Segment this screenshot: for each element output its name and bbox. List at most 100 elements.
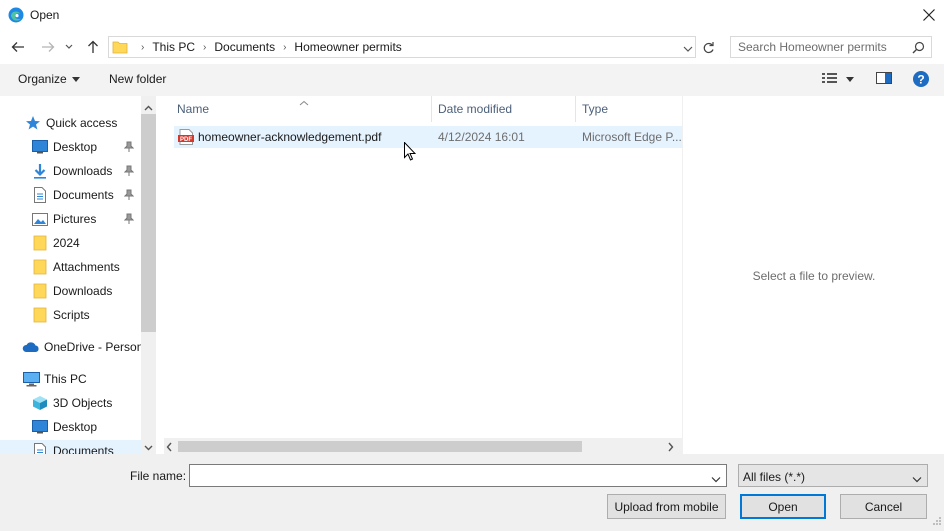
command-bar: Organize New folder ?	[0, 64, 944, 96]
pin-icon[interactable]	[123, 189, 135, 204]
column-divider[interactable]	[575, 96, 576, 122]
file-name-input[interactable]	[190, 465, 704, 486]
cube-icon	[31, 395, 49, 411]
sidebar-item-quick-access[interactable]: Quick access	[24, 112, 117, 134]
search-box	[730, 36, 932, 58]
title-bar: Open	[0, 0, 944, 30]
sidebar-item-desktop[interactable]: Desktop	[31, 136, 97, 158]
sidebar-item-downloads[interactable]: Downloads	[31, 160, 112, 182]
sidebar-item-label: Documents	[53, 444, 114, 454]
sidebar-item-this-pc[interactable]: This PC	[22, 368, 87, 390]
pictures-icon	[31, 211, 49, 227]
svg-text:?: ?	[917, 73, 924, 87]
preview-pane: Select a file to preview.	[682, 96, 944, 454]
resize-grip-icon[interactable]	[932, 515, 942, 529]
chevron-down-icon[interactable]	[683, 42, 693, 56]
close-icon	[923, 9, 935, 21]
file-list: Name Date modified Type PDF homeowner-ac…	[164, 96, 682, 454]
breadcrumb: › This PC › Documents › Homeowner permit…	[133, 40, 402, 54]
folder-icon	[31, 283, 49, 299]
file-name-combobox	[189, 464, 727, 487]
scroll-up-icon[interactable]	[144, 100, 153, 114]
back-button[interactable]	[9, 38, 27, 56]
chevron-down-icon[interactable]	[912, 472, 922, 486]
file-list-scrollbar[interactable]	[164, 438, 682, 454]
up-button[interactable]	[84, 38, 102, 56]
sidebar-item-onedrive[interactable]: OneDrive - Personal	[22, 336, 153, 358]
sidebar-item-scripts[interactable]: Scripts	[31, 304, 90, 326]
address-bar[interactable]: › This PC › Documents › Homeowner permit…	[108, 36, 696, 58]
help-button[interactable]: ?	[912, 70, 930, 88]
scrollbar-thumb[interactable]	[141, 114, 156, 332]
window-title: Open	[30, 8, 60, 22]
sidebar-item-documents-pc[interactable]: Documents	[0, 440, 141, 454]
table-row[interactable]: PDF homeowner-acknowledgement.pdf 4/12/2…	[174, 126, 682, 148]
recent-locations-button[interactable]	[63, 38, 75, 56]
sidebar-item-documents[interactable]: Documents	[31, 184, 114, 206]
breadcrumb-item[interactable]: Documents	[214, 40, 275, 54]
folder-icon	[112, 39, 128, 58]
sidebar-item-label: OneDrive - Personal	[44, 340, 153, 354]
sidebar-item-label: Pictures	[53, 212, 97, 226]
refresh-button[interactable]	[698, 38, 718, 58]
sidebar-item-label: Desktop	[53, 420, 98, 434]
upload-from-mobile-button[interactable]: Upload from mobile	[607, 494, 726, 519]
open-button[interactable]: Open	[740, 494, 826, 519]
cancel-button[interactable]: Cancel	[840, 494, 927, 519]
edge-icon	[8, 7, 24, 23]
scroll-left-icon[interactable]	[166, 441, 172, 455]
file-type-filter-value: All files (*.*)	[743, 470, 806, 484]
scroll-right-icon[interactable]	[668, 441, 674, 455]
folder-icon	[31, 307, 49, 323]
chevron-right-icon[interactable]: ›	[203, 42, 206, 53]
organize-button[interactable]: Organize	[18, 72, 80, 86]
column-divider[interactable]	[431, 96, 432, 122]
column-header-type[interactable]: Type	[582, 96, 682, 122]
search-input[interactable]	[731, 37, 911, 57]
change-view-button[interactable]	[821, 71, 839, 85]
new-folder-button[interactable]: New folder	[109, 72, 166, 86]
scrollbar-thumb[interactable]	[178, 441, 582, 452]
sidebar-item-label: Documents	[53, 188, 114, 202]
chevron-down-icon[interactable]	[711, 472, 721, 486]
pin-icon[interactable]	[123, 165, 135, 180]
column-header-date-modified[interactable]: Date modified	[438, 96, 575, 122]
scroll-down-icon[interactable]	[144, 440, 153, 454]
preview-pane-button[interactable]	[876, 71, 892, 85]
pin-icon[interactable]	[123, 141, 135, 156]
file-name: homeowner-acknowledgement.pdf	[198, 130, 382, 144]
forward-button[interactable]	[39, 38, 57, 56]
chevron-right-icon[interactable]: ›	[141, 42, 144, 53]
svg-text:PDF: PDF	[180, 137, 192, 143]
sidebar-item-label: 2024	[53, 236, 80, 250]
pdf-icon: PDF	[178, 129, 194, 148]
pin-icon[interactable]	[123, 213, 135, 228]
folder-icon	[31, 235, 49, 251]
sidebar-item-3d-objects[interactable]: 3D Objects	[31, 392, 112, 414]
breadcrumb-item[interactable]: Homeowner permits	[294, 40, 401, 54]
file-type-filter[interactable]: All files (*.*)	[738, 464, 928, 487]
caret-down-icon	[846, 77, 854, 82]
computer-icon	[22, 371, 40, 387]
close-button[interactable]	[914, 0, 944, 30]
sidebar-item-desktop-pc[interactable]: Desktop	[31, 416, 97, 438]
view-options-button[interactable]	[846, 77, 854, 82]
sidebar-item-label: This PC	[44, 372, 87, 386]
sidebar-item-label: 3D Objects	[53, 396, 113, 410]
sidebar-item-attachments[interactable]: Attachments	[31, 256, 120, 278]
search-icon[interactable]	[912, 41, 925, 57]
chevron-right-icon[interactable]: ›	[283, 42, 286, 53]
sidebar-scrollbar[interactable]	[141, 96, 156, 454]
breadcrumb-item[interactable]: This PC	[152, 40, 195, 54]
onedrive-icon	[22, 339, 40, 355]
sidebar-item-pictures[interactable]: Pictures	[31, 208, 96, 230]
preview-message: Select a file to preview.	[752, 269, 876, 283]
sidebar-item-downloads-folder[interactable]: Downloads	[31, 280, 112, 302]
sidebar-item-folder-2024[interactable]: 2024	[31, 232, 80, 254]
sidebar-item-label: Scripts	[53, 308, 90, 322]
arrow-right-icon	[42, 42, 55, 52]
view-details-icon	[822, 73, 837, 83]
column-header-name[interactable]: Name	[177, 96, 431, 122]
arrow-up-icon	[88, 40, 98, 53]
document-icon	[31, 443, 49, 454]
